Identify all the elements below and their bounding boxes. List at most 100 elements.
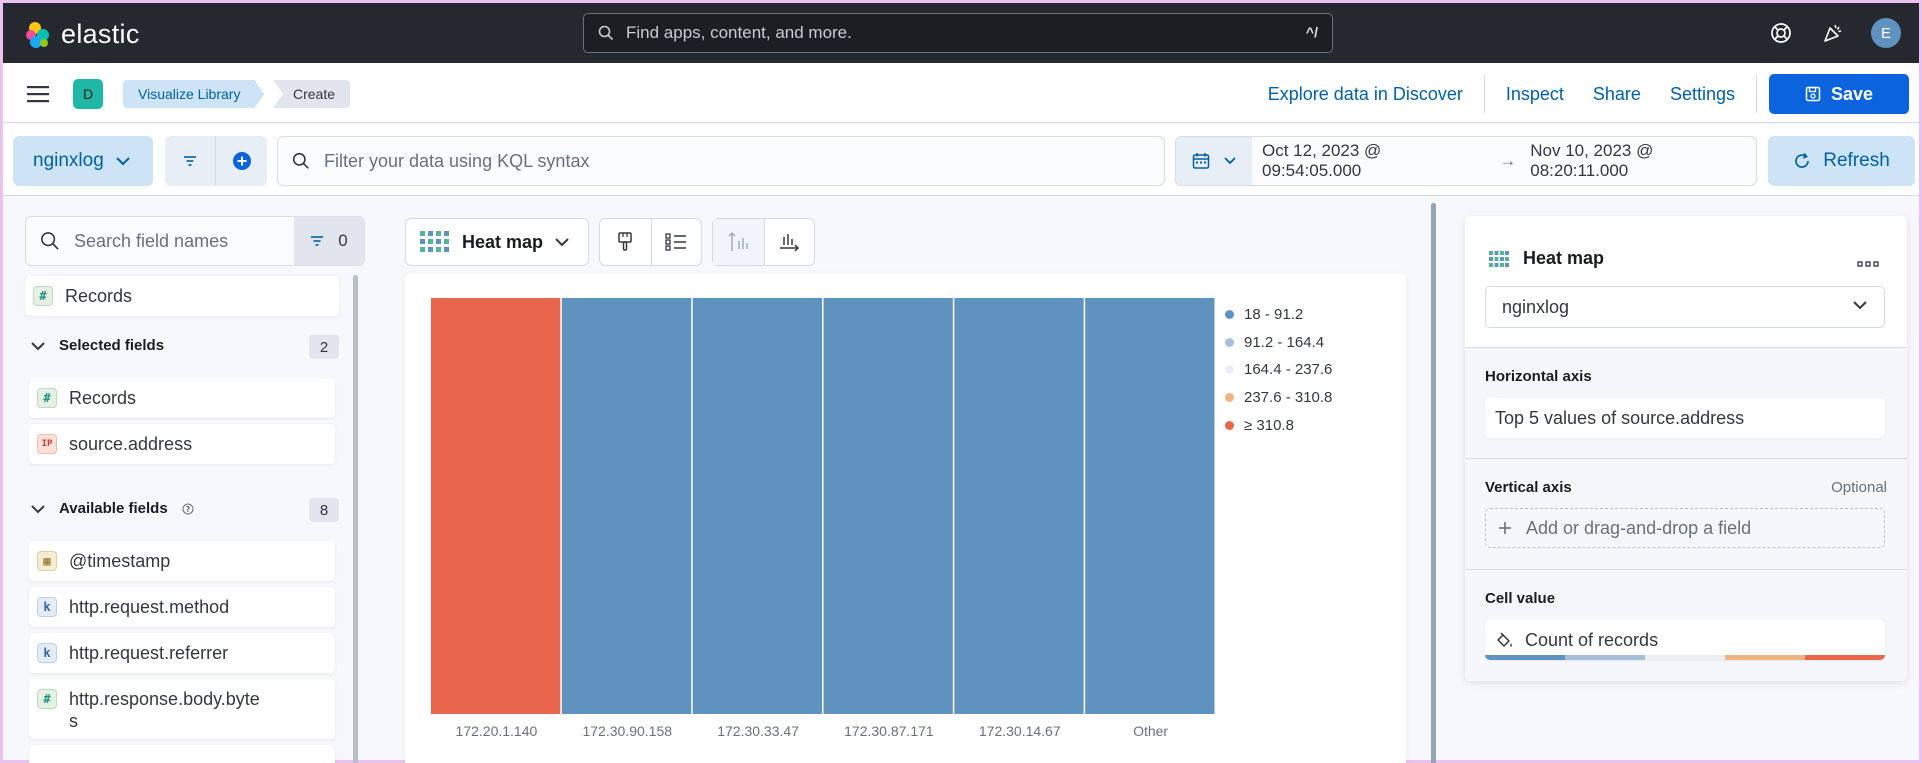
palette-segment xyxy=(1645,655,1725,660)
quick-date-menu-button[interactable] xyxy=(1176,137,1252,185)
explore-in-discover-link[interactable]: Explore data in Discover xyxy=(1247,73,1484,115)
legend-button[interactable] xyxy=(650,219,702,265)
legend-item[interactable]: 91.2 - 164.4 xyxy=(1225,329,1332,357)
global-search-input[interactable]: Find apps, content, and more. ^/ xyxy=(583,13,1333,53)
breadcrumb-visualize-library[interactable]: Visualize Library xyxy=(123,80,264,108)
menu-toggle-icon[interactable] xyxy=(27,85,49,108)
heatmap-cell[interactable] xyxy=(561,298,692,714)
top-header: elastic Find apps, content, and more. ^/… xyxy=(3,3,1919,63)
ip-field-icon: IP xyxy=(37,434,57,454)
field-name: source.address xyxy=(69,434,193,454)
search-shortcut: ^/ xyxy=(1305,24,1318,40)
query-bar: nginxlog Filter your data using KQL synt… xyxy=(3,124,1919,196)
settings-link[interactable]: Settings xyxy=(1649,73,1756,115)
inspect-link[interactable]: Inspect xyxy=(1485,73,1585,115)
heatmap-chart[interactable] xyxy=(431,298,1216,714)
x-axis-tick-label: 172.30.14.67 xyxy=(978,723,1061,739)
share-link[interactable]: Share xyxy=(1585,73,1649,115)
field-item-records[interactable]: # Records xyxy=(25,276,339,316)
x-axis-tick-label: 172.20.1.140 xyxy=(455,723,538,739)
legend-color-swatch xyxy=(1225,310,1234,320)
date-end[interactable]: Nov 10, 2023 @ 08:20:11.000 xyxy=(1530,141,1756,181)
breadcrumb-create: Create xyxy=(273,80,351,108)
cell-value-dimension[interactable]: Count of records xyxy=(1485,620,1885,660)
field-item-available[interactable]: # http.response.body.byte s xyxy=(29,679,335,739)
field-item-available[interactable]: ▦ @timestamp xyxy=(29,541,335,581)
data-view-picker[interactable]: nginxlog xyxy=(13,136,153,186)
legend-item[interactable]: 164.4 - 237.6 xyxy=(1225,356,1332,384)
selected-fields-toggle[interactable]: Selected fields xyxy=(31,337,164,354)
filter-icon xyxy=(311,236,324,246)
horizontal-axis-group: Horizontal axis Top 5 values of source.a… xyxy=(1465,348,1907,458)
filter-menu-button[interactable] xyxy=(165,136,216,186)
field-item-available-partial[interactable] xyxy=(29,745,335,763)
heatmap-cell[interactable] xyxy=(692,298,822,714)
kql-query-input[interactable]: Filter your data using KQL syntax xyxy=(277,136,1165,186)
user-avatar[interactable]: E xyxy=(1871,18,1901,48)
field-item-available[interactable]: k http.request.referrer xyxy=(29,633,335,673)
calendar-icon xyxy=(1192,153,1210,169)
heatmap-cell[interactable] xyxy=(1085,298,1215,714)
layer-data-view-select[interactable]: nginxlog xyxy=(1485,286,1885,328)
field-name: http.request.method xyxy=(69,597,230,617)
cell-value-text: Count of records xyxy=(1525,629,1659,650)
palette-segment xyxy=(1565,655,1645,660)
heatmap-cell[interactable] xyxy=(431,298,561,714)
field-item-selected[interactable]: # Records xyxy=(29,378,335,418)
panel-resize-handle[interactable] xyxy=(1431,203,1436,763)
more-actions-icon[interactable] xyxy=(1857,250,1879,273)
legend-color-swatch xyxy=(1225,420,1234,430)
save-button[interactable]: Save xyxy=(1769,74,1909,114)
style-button[interactable] xyxy=(600,219,651,265)
field-item-selected[interactable]: IP source.address xyxy=(29,424,335,464)
x-axis-tick-label: Other xyxy=(1133,723,1169,739)
legend-item[interactable]: 18 - 91.2 xyxy=(1225,301,1332,329)
chart-type-switcher[interactable]: Heat map xyxy=(405,218,589,266)
palette-segment xyxy=(1485,655,1565,660)
chevron-down-icon xyxy=(1224,157,1236,165)
save-label: Save xyxy=(1830,83,1874,104)
vertical-axis-optional: Optional xyxy=(1831,479,1887,496)
chart-type-label: Heat map xyxy=(462,231,544,252)
cell-value-label: Cell value xyxy=(1485,590,1556,607)
available-fields-toggle[interactable]: Available fields ? xyxy=(31,500,194,517)
heatmap-icon xyxy=(1489,250,1509,267)
heatmap-cell[interactable] xyxy=(823,298,953,714)
elastic-logo[interactable]: elastic xyxy=(23,19,140,50)
number-field-icon: # xyxy=(37,388,57,408)
field-item-available[interactable]: k http.request.method xyxy=(29,587,335,627)
horizontal-axis-button[interactable] xyxy=(763,219,815,265)
field-type-filter-button[interactable]: 0 xyxy=(294,217,364,265)
layer-title: Heat map xyxy=(1489,248,1604,269)
axis-toolbar xyxy=(712,218,815,266)
layer-config-panel: Heat map nginxlog Horizontal axis Top 5 … xyxy=(1465,216,1907,681)
vertical-axis-group: Vertical axis Optional Add or drag-and-d… xyxy=(1465,459,1907,569)
info-icon[interactable]: ? xyxy=(182,503,194,515)
heatmap-icon xyxy=(420,231,449,252)
field-search-placeholder: Search field names xyxy=(74,230,229,251)
global-search-placeholder: Find apps, content, and more. xyxy=(626,23,852,42)
help-icon[interactable] xyxy=(1767,19,1795,47)
field-list-scrollbar[interactable] xyxy=(353,275,358,763)
field-name: http.response.body.byte s xyxy=(69,689,260,731)
news-feed-icon[interactable] xyxy=(1819,19,1847,47)
refresh-button[interactable]: Refresh xyxy=(1768,136,1915,186)
horizontal-axis-dimension[interactable]: Top 5 values of source.address xyxy=(1485,398,1885,438)
date-range-arrow: → xyxy=(1499,151,1517,170)
date-start[interactable]: Oct 12, 2023 @ 09:54:05.000 xyxy=(1262,141,1485,181)
field-name: Records xyxy=(65,286,133,306)
heatmap-cell[interactable] xyxy=(954,298,1084,714)
palette-segment xyxy=(1805,655,1885,660)
field-search-input[interactable]: Search field names 0 xyxy=(25,216,365,266)
vertical-axis-placeholder: Add or drag-and-drop a field xyxy=(1526,517,1752,538)
vertical-axis-button[interactable] xyxy=(713,219,764,265)
legend-color-swatch xyxy=(1225,365,1234,375)
vertical-axis-drop-zone[interactable]: Add or drag-and-drop a field xyxy=(1485,508,1885,548)
field-name: @timestamp xyxy=(69,551,171,571)
space-avatar[interactable]: D xyxy=(73,79,103,109)
list-icon xyxy=(665,233,687,251)
legend-color-swatch xyxy=(1225,337,1234,347)
legend-item[interactable]: 237.6 - 310.8 xyxy=(1225,384,1332,412)
add-filter-button[interactable] xyxy=(216,136,267,186)
legend-item[interactable]: ≥ 310.8 xyxy=(1225,411,1332,439)
